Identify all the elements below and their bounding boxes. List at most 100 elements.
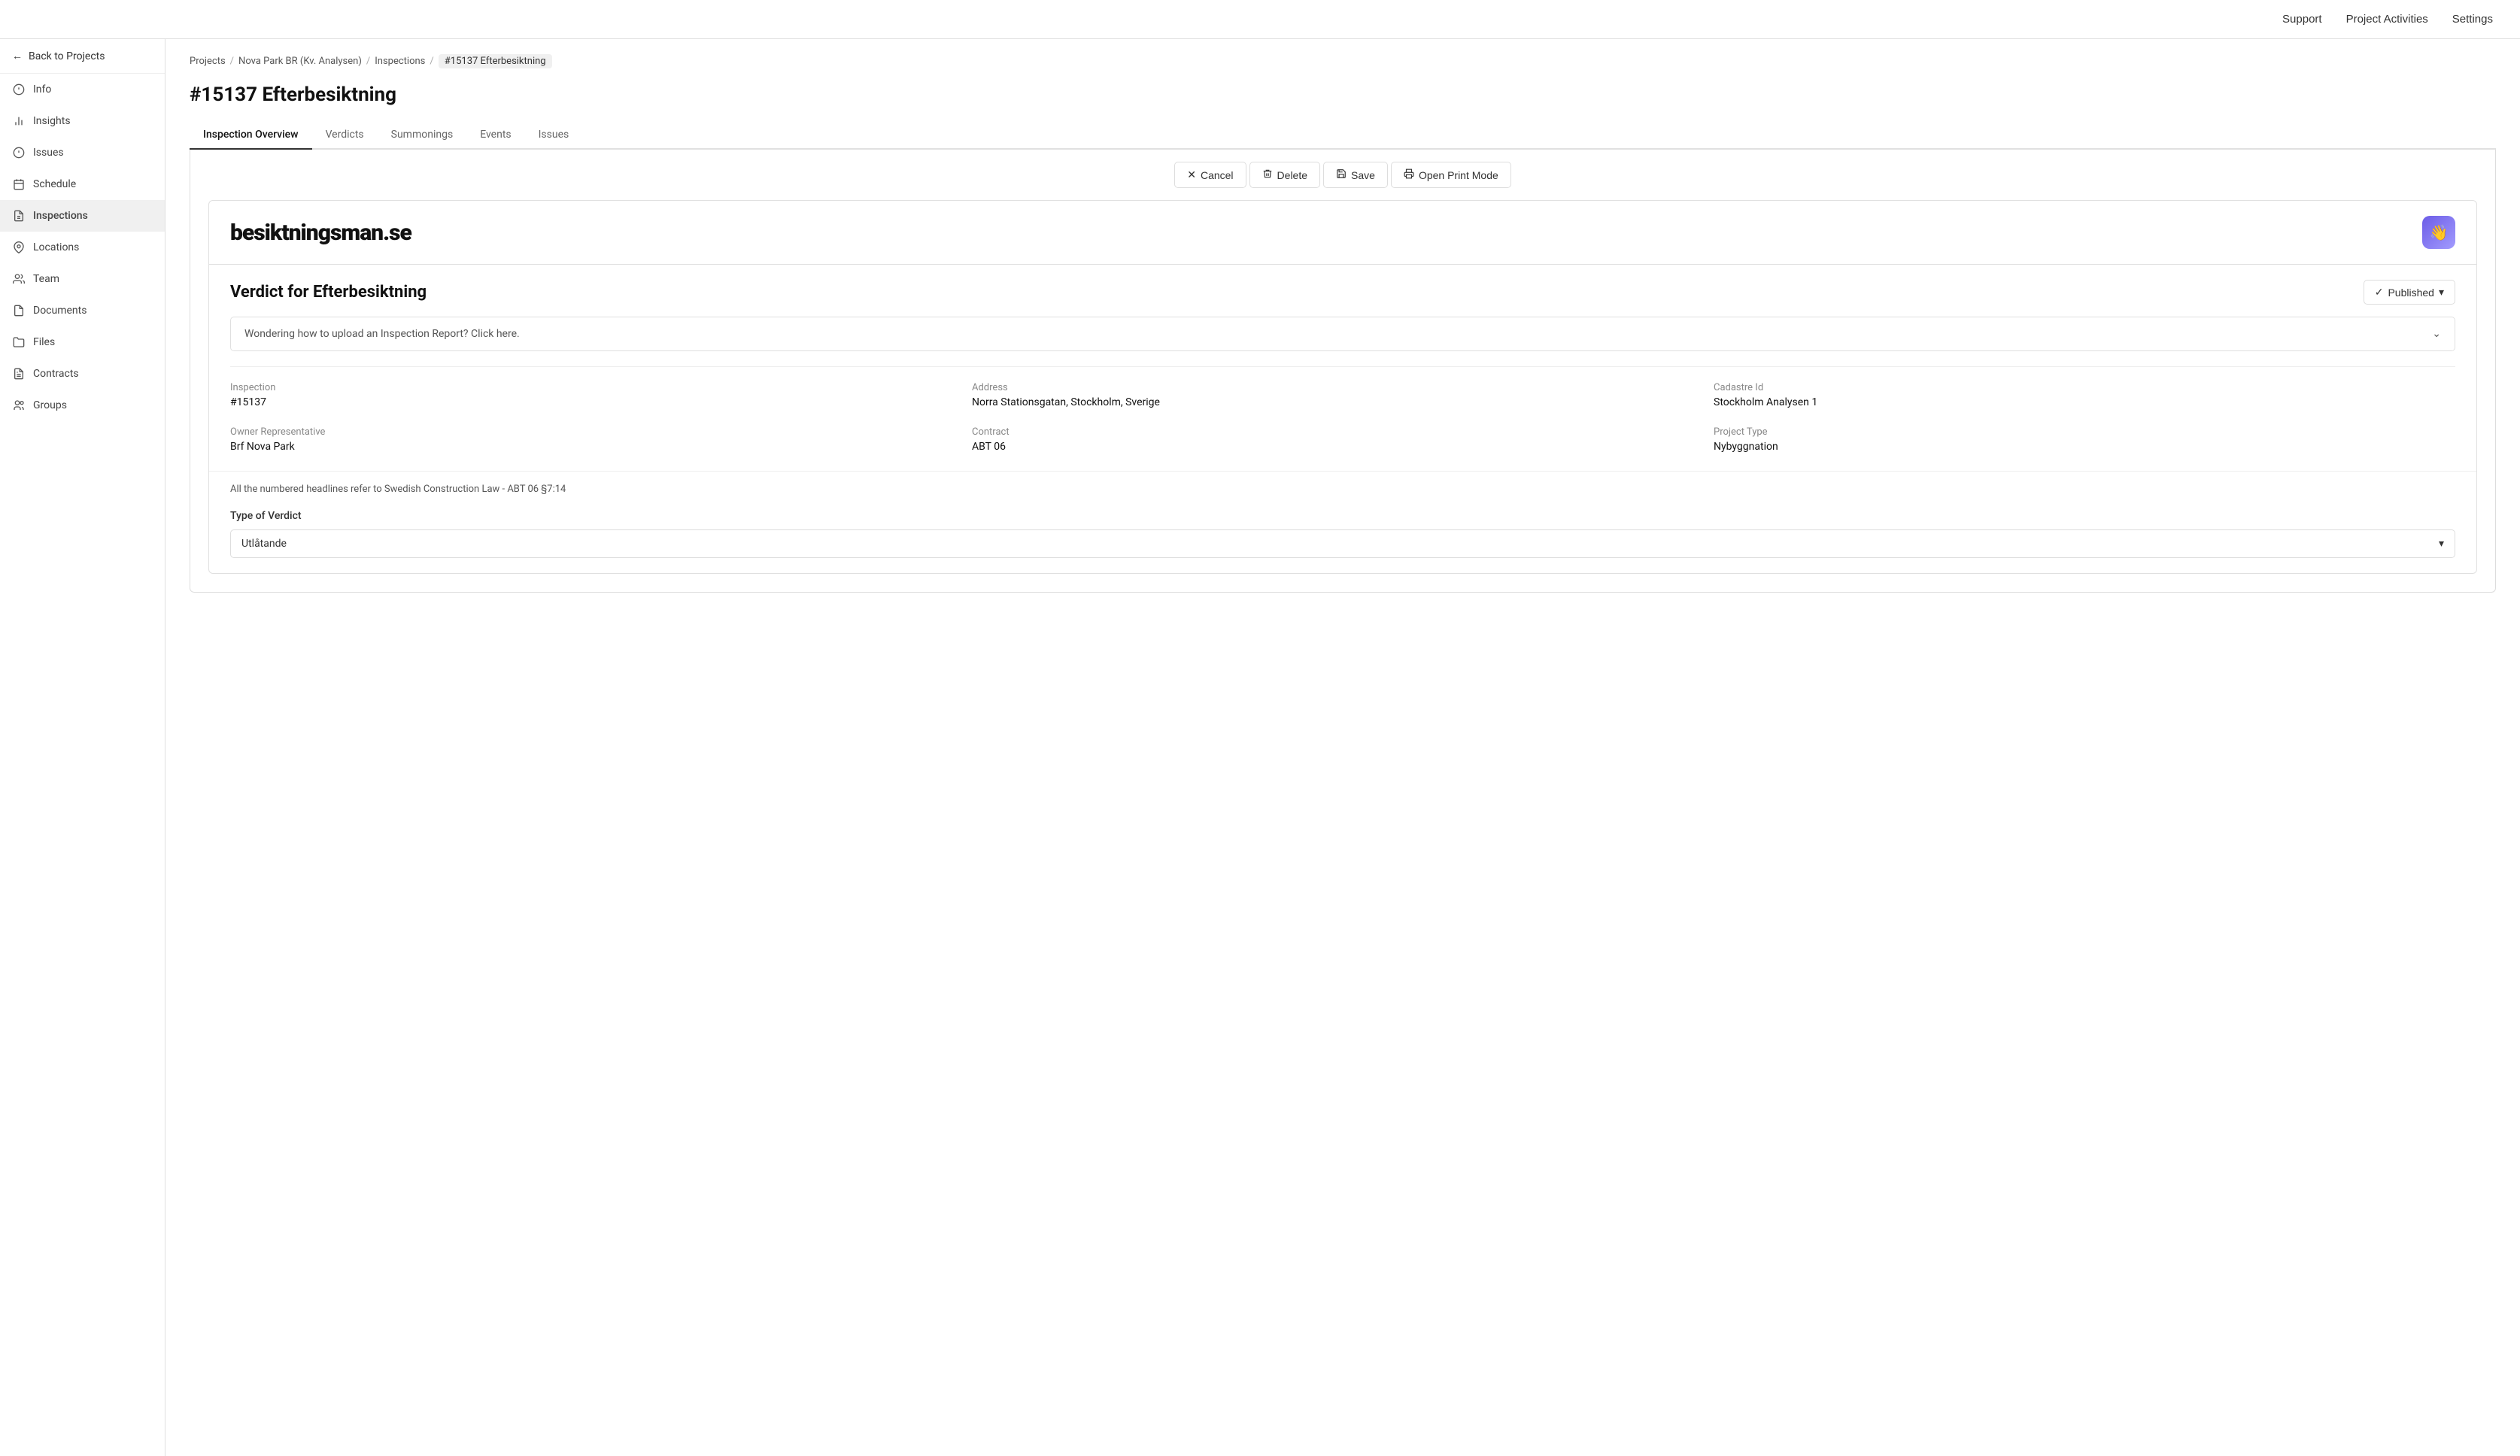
law-note-text: All the numbered headlines refer to Swed… <box>230 484 566 495</box>
sidebar-item-team[interactable]: Team <box>0 263 165 295</box>
logo-text: besiktningsman.se <box>230 220 411 246</box>
open-print-mode-button[interactable]: Open Print Mode <box>1391 162 1511 188</box>
print-label: Open Print Mode <box>1419 169 1498 181</box>
tab-summonings[interactable]: Summonings <box>378 121 467 150</box>
back-to-projects-button[interactable]: ← Back to Projects <box>0 39 165 74</box>
sidebar-item-inspections[interactable]: Inspections <box>0 200 165 232</box>
verdict-type-section: Type of Verdict Utlåtande ▾ <box>209 510 2476 573</box>
layout: ← Back to Projects Info Insights Issues <box>0 39 2520 1456</box>
sidebar-item-issues[interactable]: Issues <box>0 137 165 168</box>
field-owner-rep-value: Brf Nova Park <box>230 441 972 453</box>
field-cadastre-value: Stockholm Analysen 1 <box>1714 396 2455 408</box>
sidebar-item-locations-label: Locations <box>33 241 79 253</box>
field-cadastre-label: Cadastre Id <box>1714 382 2455 393</box>
info-banner[interactable]: Wondering how to upload an Inspection Re… <box>230 317 2455 351</box>
sidebar-item-schedule[interactable]: Schedule <box>0 168 165 200</box>
sidebar-item-groups[interactable]: Groups <box>0 390 165 421</box>
sidebar-item-files-label: Files <box>33 336 55 348</box>
field-owner-rep: Owner Representative Brf Nova Park <box>230 426 972 453</box>
main-content: Projects / Nova Park BR (Kv. Analysen) /… <box>165 39 2520 1456</box>
field-inspection-label: Inspection <box>230 382 972 393</box>
check-icon: ✓ <box>2375 286 2384 299</box>
page-title: #15137 Efterbesiktning <box>190 83 2496 106</box>
info-icon <box>12 83 26 96</box>
field-contract: Contract ABT 06 <box>972 426 1714 453</box>
files-icon <box>12 335 26 349</box>
top-nav: Support Project Activities Settings <box>0 0 2520 39</box>
info-banner-text: Wondering how to upload an Inspection Re… <box>244 328 520 340</box>
tab-events[interactable]: Events <box>466 121 524 150</box>
contracts-icon <box>12 367 26 381</box>
cancel-label: Cancel <box>1201 169 1234 181</box>
sidebar: ← Back to Projects Info Insights Issues <box>0 39 165 1456</box>
delete-icon <box>1262 168 1273 181</box>
field-address: Address Norra Stationsgatan, Stockholm, … <box>972 382 1714 408</box>
field-address-value: Norra Stationsgatan, Stockholm, Sverige <box>972 396 1714 408</box>
team-icon <box>12 272 26 286</box>
field-cadastre: Cadastre Id Stockholm Analysen 1 <box>1714 382 2455 408</box>
sidebar-item-issues-label: Issues <box>33 147 64 159</box>
sidebar-item-contracts[interactable]: Contracts <box>0 358 165 390</box>
delete-button[interactable]: Delete <box>1249 162 1320 188</box>
published-label: Published <box>2388 287 2434 299</box>
verdict-type-label: Type of Verdict <box>230 510 2455 522</box>
verdict-type-select[interactable]: Utlåtande ▾ <box>230 529 2455 558</box>
breadcrumb-current: #15137 Efterbesiktning <box>439 54 552 68</box>
sidebar-item-inspections-label: Inspections <box>33 210 88 222</box>
save-button[interactable]: Save <box>1323 162 1388 188</box>
sidebar-item-schedule-label: Schedule <box>33 178 76 190</box>
issues-icon <box>12 146 26 159</box>
sidebar-item-info-label: Info <box>33 83 51 96</box>
support-button[interactable]: Support <box>2273 8 2331 30</box>
sidebar-item-files[interactable]: Files <box>0 326 165 358</box>
verdict-type-value: Utlåtande <box>241 538 287 550</box>
logo-avatar: 👋 <box>2422 216 2455 249</box>
print-icon <box>1404 168 1414 181</box>
toolbar: ✕ Cancel Delete Save <box>190 150 2495 200</box>
breadcrumb-project[interactable]: Nova Park BR (Kv. Analysen) <box>238 56 362 67</box>
breadcrumb-projects[interactable]: Projects <box>190 56 226 67</box>
field-project-type-value: Nybyggnation <box>1714 441 2455 453</box>
chevron-down-icon: ▾ <box>2439 286 2444 299</box>
field-address-label: Address <box>972 382 1714 393</box>
sidebar-item-info[interactable]: Info <box>0 74 165 105</box>
logo-main: besiktningsman <box>230 220 383 246</box>
field-project-type: Project Type Nybyggnation <box>1714 426 2455 453</box>
inspections-icon <box>12 209 26 223</box>
back-arrow-icon: ← <box>12 50 23 62</box>
logo-se: se <box>389 220 411 246</box>
sidebar-item-contracts-label: Contracts <box>33 368 79 380</box>
field-inspection: Inspection #15137 <box>230 382 972 408</box>
field-contract-value: ABT 06 <box>972 441 1714 453</box>
breadcrumb-inspections[interactable]: Inspections <box>375 56 425 67</box>
document-area: besiktningsman.se 👋 Verdict for Efterbes… <box>208 200 2477 574</box>
tab-issues[interactable]: Issues <box>525 121 583 150</box>
sidebar-item-groups-label: Groups <box>33 399 67 411</box>
sidebar-item-documents[interactable]: Documents <box>0 295 165 326</box>
tabs: Inspection Overview Verdicts Summonings … <box>190 121 2496 150</box>
breadcrumb: Projects / Nova Park BR (Kv. Analysen) /… <box>190 54 2496 68</box>
save-icon <box>1336 168 1347 181</box>
breadcrumb-sep-2: / <box>366 56 370 67</box>
cancel-icon: ✕ <box>1187 168 1196 181</box>
settings-button[interactable]: Settings <box>2443 8 2502 30</box>
cancel-button[interactable]: ✕ Cancel <box>1174 162 1246 188</box>
field-owner-rep-label: Owner Representative <box>230 426 972 438</box>
tab-inspection-overview[interactable]: Inspection Overview <box>190 121 312 150</box>
field-inspection-value: #15137 <box>230 396 972 408</box>
sidebar-item-locations[interactable]: Locations <box>0 232 165 263</box>
breadcrumb-sep-3: / <box>430 56 433 67</box>
published-button[interactable]: ✓ Published ▾ <box>2364 280 2455 305</box>
tab-verdicts[interactable]: Verdicts <box>312 121 378 150</box>
project-activities-button[interactable]: Project Activities <box>2337 8 2437 30</box>
content-panel: ✕ Cancel Delete Save <box>190 150 2496 593</box>
logo-dot: . <box>383 220 389 246</box>
info-grid: Inspection #15137 Address Norra Stations… <box>230 366 2455 471</box>
logo-bar: besiktningsman.se 👋 <box>209 201 2476 265</box>
back-label: Back to Projects <box>29 50 105 62</box>
documents-icon <box>12 304 26 317</box>
locations-icon <box>12 241 26 254</box>
sidebar-item-insights[interactable]: Insights <box>0 105 165 137</box>
sidebar-item-documents-label: Documents <box>33 305 87 317</box>
verdict-title: Verdict for Efterbesiktning <box>230 283 427 302</box>
